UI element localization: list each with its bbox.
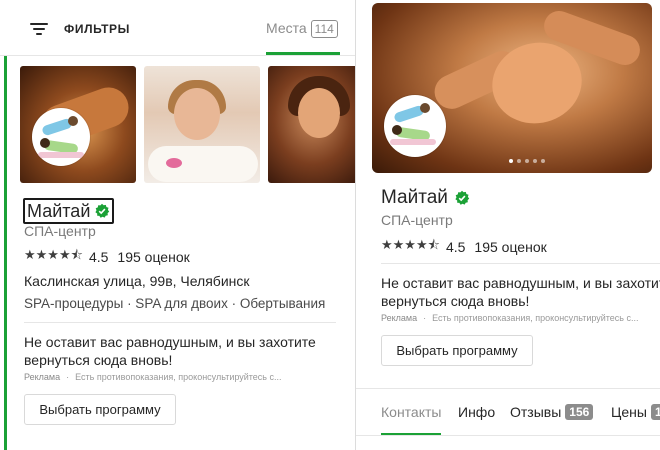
choose-program-button[interactable]: Выбрать программу [24, 394, 176, 425]
hero-photo[interactable] [372, 3, 652, 173]
filters-button[interactable]: ФИЛЬТРЫ [30, 19, 130, 39]
ad-text: Не оставит вас равнодушным, и вы захотит… [24, 334, 316, 368]
details-title: Майтай [381, 187, 448, 208]
results-toolbar: ФИЛЬТРЫ Места 114 [0, 0, 355, 56]
reviews-count-badge: 156 [565, 404, 594, 420]
place-title-link[interactable]: Майтай [23, 198, 115, 224]
rating-value: 4.5 [88, 249, 109, 265]
filters-label: ФИЛЬТРЫ [64, 22, 130, 36]
card-divider [24, 322, 336, 323]
place-card[interactable]: Майтай СПА-центр ★★★★⯪ 4.5 195 оценок Ка… [0, 56, 355, 450]
reviews-count: 195 оценок [117, 249, 190, 265]
details-title-row: Майтай [381, 187, 470, 209]
tab-reviews[interactable]: Отзывы 156 [510, 404, 594, 420]
brand-logo [32, 108, 90, 166]
card-photo-3[interactable] [268, 66, 355, 183]
places-tab-indicator [266, 52, 340, 55]
tabs-bottom-border [356, 435, 660, 436]
prices-count-badge: 1 [650, 404, 660, 420]
tab-prices-label: Цены [611, 404, 647, 420]
ad-disclaimer: Есть противопоказания, проконсультируйте… [75, 372, 282, 382]
tab-info[interactable]: Инфо [458, 404, 495, 420]
ad-tag: Реклама [24, 372, 61, 382]
rating-stars-icon: ★★★★⯪ [24, 247, 83, 262]
places-count-badge: 114 [310, 20, 338, 38]
photo-carousel-dots[interactable] [509, 159, 545, 163]
details-reviews-count: 195 оценок [474, 239, 547, 255]
search-results-panel: ФИЛЬТРЫ Места 114 Майтай СПА-центр ★★★★⯪… [0, 0, 356, 450]
places-label: Места [266, 20, 307, 36]
details-divider [381, 263, 660, 264]
ad-tag: Реклама [381, 313, 418, 323]
verified-icon [455, 190, 470, 205]
place-category: СПА-центр [24, 223, 96, 239]
place-services: SPA-процедуры · SPA для двоих · Обертыва… [24, 296, 326, 311]
tab-contacts[interactable]: Контакты [381, 404, 441, 420]
brand-logo [384, 95, 446, 157]
details-rating-row[interactable]: ★★★★⯪ 4.5 195 оценок [381, 236, 547, 258]
tabs-top-border [356, 388, 660, 389]
card-photo-2[interactable] [144, 66, 260, 183]
place-address: Каслинская улица, 99в, Челябинск [24, 273, 250, 289]
tab-contacts-label: Контакты [381, 404, 442, 420]
card-photo-1[interactable] [20, 66, 136, 183]
ad-disclaimer-row: Реклама · Есть противопоказания, проконсул… [24, 372, 282, 382]
details-ad-text: Не оставит вас равнодушным, и вы захотит… [381, 275, 660, 309]
details-category: СПА-центр [381, 212, 453, 228]
ad-disclaimer: Есть противопоказания, проконсультируйте… [432, 313, 639, 323]
choose-program-button[interactable]: Выбрать программу [381, 335, 533, 366]
place-details-panel: Майтай СПА-центр ★★★★⯪ 4.5 195 оценок Не… [356, 0, 660, 450]
place-title: Майтай [27, 201, 91, 221]
details-ad-disclaimer-row: Реклама · Есть противопоказания, проконсул… [381, 313, 639, 323]
filter-icon [30, 22, 48, 36]
rating-row[interactable]: ★★★★⯪ 4.5 195 оценок [24, 246, 190, 268]
selected-card-indicator [4, 56, 7, 450]
verified-icon [95, 203, 110, 218]
places-tab[interactable]: Места 114 [266, 17, 338, 54]
tab-reviews-label: Отзывы [510, 404, 562, 420]
tab-info-label: Инфо [458, 404, 496, 420]
rating-stars-icon: ★★★★⯪ [381, 237, 440, 252]
details-rating-value: 4.5 [445, 239, 466, 255]
tab-prices[interactable]: Цены 1 [611, 404, 660, 420]
